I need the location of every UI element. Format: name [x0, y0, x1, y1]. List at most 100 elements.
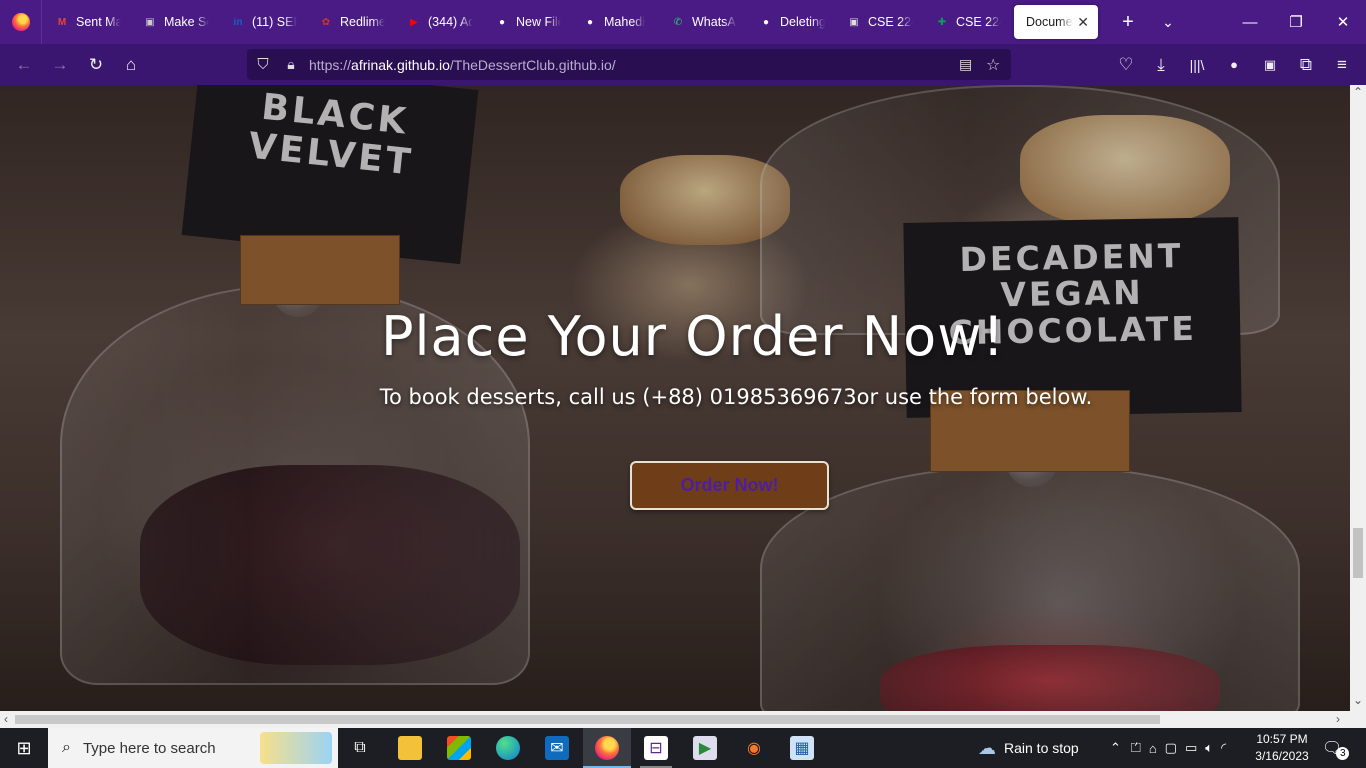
vertical-scrollbar[interactable]: ⌃ ⌄ [1350, 85, 1366, 711]
horizontal-scrollbar[interactable]: ‹ › [0, 711, 1350, 728]
tab-12[interactable]: Document ✕ [1014, 5, 1098, 39]
notification-count: 3 [1336, 746, 1350, 760]
horizontal-scroll-thumb[interactable] [15, 715, 1160, 724]
extension-icon[interactable]: ● [1218, 44, 1250, 85]
language-icon[interactable]: ⏍ [1131, 740, 1141, 756]
scroll-right-arrow-icon[interactable]: › [1336, 712, 1340, 726]
meet-now-icon[interactable]: ▢ [1165, 740, 1177, 756]
volume-icon[interactable]: 🔈︎ [1205, 740, 1213, 756]
page-viewport: BLACK VELVET DECADENT VEGAN CHOCOLATE Pl… [0, 85, 1350, 711]
tab-bar: M Sent Mail ▣ Make Ser in (11) SEBI ✿ Redlime ▶ (… [0, 0, 1366, 44]
linkedin-icon: in [233, 16, 243, 28]
lock-icon[interactable]: 🔒︎ [279, 56, 303, 73]
reload-icon[interactable]: ↻ [80, 44, 112, 85]
tab-5[interactable]: ▶ (344) Ad [394, 0, 482, 44]
back-icon[interactable]: ← [8, 44, 40, 85]
pocket-icon[interactable]: ♡ [1110, 44, 1142, 85]
scroll-left-arrow-icon[interactable]: ‹ [4, 712, 8, 726]
vertical-scroll-thumb[interactable] [1353, 528, 1363, 578]
tab-label: Deleting [780, 15, 825, 29]
home-icon[interactable]: ⌂ [115, 44, 147, 85]
tab-4[interactable]: ✿ Redlime [306, 0, 394, 44]
tab-10[interactable]: ▣ CSE 224 [834, 0, 922, 44]
weather-cloud-icon: ☁ [978, 737, 996, 758]
reader-view-icon[interactable]: ▤ [959, 56, 972, 73]
youtube-icon: ▶ [410, 16, 418, 28]
firefox-taskbar-icon[interactable] [595, 736, 619, 760]
bookmark-star-icon[interactable]: ☆ [986, 55, 1000, 75]
tab-label: CSE 224 [956, 15, 1001, 29]
url-text[interactable]: https://afrinak.github.io/TheDessertClub… [309, 57, 616, 73]
tab-label: (344) Ad [428, 15, 473, 29]
tab-7[interactable]: ● Mahedi [570, 0, 658, 44]
minimize-button[interactable]: — [1227, 0, 1273, 44]
scroll-up-arrow-icon[interactable]: ⌃ [1353, 85, 1363, 99]
new-tab-button[interactable]: + [1114, 0, 1142, 44]
weather-widget[interactable]: ☁ Rain to stop [978, 728, 1079, 768]
mail-icon[interactable]: ✉ [545, 736, 569, 760]
clock-time: 10:57 PM [1256, 732, 1308, 746]
scroll-down-arrow-icon[interactable]: ⌄ [1353, 693, 1363, 707]
video-editor-icon[interactable]: ▶ [693, 736, 717, 760]
tab-9[interactable]: ● Deleting [746, 0, 834, 44]
remote-desktop-icon[interactable]: ▦ [790, 736, 814, 760]
app-icon: ▣ [145, 16, 155, 28]
firefox-menu[interactable] [0, 0, 42, 44]
windows-taskbar: ⊞ ⌕ Type here to search ⧉ ✉ ⊟ ▶ ◉ ▦ ☁ Ra… [0, 728, 1366, 768]
tab-label: Document [1026, 15, 1073, 29]
github-icon: ● [498, 16, 506, 28]
hero-section: Place Your Order Now! To book desserts, … [0, 85, 1350, 711]
whatsapp-icon: ✆ [673, 16, 683, 28]
system-tray: ⌃ ⏍ ⌂ ▢ ▭ 🔈︎ ◜ [1110, 728, 1226, 768]
github-icon: ● [586, 16, 594, 28]
notification-center[interactable]: 🗨︎ 3 [1322, 728, 1350, 768]
url-bar[interactable]: ⛉ 🔒︎ https://afrinak.github.io/TheDesser… [247, 49, 1011, 80]
taskbar-search-box[interactable]: ⌕ Type here to search [48, 728, 338, 768]
tab-strip: M Sent Mail ▣ Make Ser in (11) SEBI ✿ Redlime ▶ (… [42, 0, 1098, 44]
tab-8[interactable]: ✆ WhatsAp [658, 0, 746, 44]
weather-text: Rain to stop [1004, 740, 1079, 756]
project-app-icon[interactable]: ⊟ [644, 736, 668, 760]
list-all-tabs-button[interactable]: ⌄ [1154, 0, 1182, 44]
extensions-icon[interactable]: ⧉ [1290, 44, 1322, 85]
tab-label: (11) SEBI [252, 15, 297, 29]
reader-extension-icon[interactable]: ▣ [1254, 44, 1286, 85]
edge-icon[interactable] [496, 736, 520, 760]
windows-start-icon[interactable]: ⊞ [12, 736, 36, 760]
search-icon: ⌕ [62, 739, 71, 756]
search-placeholder: Type here to search [82, 739, 216, 757]
microsoft-store-icon[interactable] [447, 736, 471, 760]
camera-icon[interactable]: ⌂ [1149, 741, 1157, 756]
library-icon[interactable]: |||\ [1181, 44, 1213, 85]
tab-label: WhatsAp [692, 15, 737, 29]
classroom-icon: ▣ [849, 16, 859, 28]
tab-3[interactable]: in (11) SEBI [218, 0, 306, 44]
blender-icon[interactable]: ◉ [742, 736, 766, 760]
order-now-button[interactable]: Order Now! [630, 461, 829, 510]
forward-icon[interactable]: → [44, 44, 76, 85]
tab-label: New File [516, 15, 561, 29]
tab-2[interactable]: ▣ Make Ser [130, 0, 218, 44]
shield-icon[interactable]: ⛉ [247, 56, 279, 73]
scrollbar-corner [1350, 711, 1366, 728]
maximize-button[interactable]: ❐ [1273, 0, 1319, 44]
hamburger-menu-icon[interactable]: ≡ [1326, 44, 1358, 85]
hero-title: Place Your Order Now! [380, 305, 1006, 368]
hero-subtitle: To book desserts, call us (+88) 01985369… [379, 385, 1093, 409]
tab-11[interactable]: ✚ CSE 224 [922, 0, 1010, 44]
tab-6[interactable]: ● New File [482, 0, 570, 44]
downloads-icon[interactable]: ⤓ [1145, 44, 1177, 85]
show-hidden-icons-icon[interactable]: ⌃ [1110, 740, 1121, 756]
file-explorer-icon[interactable] [398, 736, 422, 760]
close-window-button[interactable]: ✕ [1320, 0, 1366, 44]
gmail-icon: M [57, 16, 67, 28]
tab-label: Make Ser [164, 15, 209, 29]
tab-1[interactable]: M Sent Mail [42, 0, 130, 44]
task-view-icon[interactable]: ⧉ [348, 736, 372, 760]
battery-icon[interactable]: ▭ [1185, 740, 1197, 756]
wifi-icon[interactable]: ◜ [1221, 740, 1226, 756]
close-tab-icon[interactable]: ✕ [1077, 14, 1089, 31]
url-host: afrinak.github.io [351, 56, 450, 73]
clock-date: 3/16/2023 [1255, 749, 1309, 763]
taskbar-clock[interactable]: 10:57 PM 3/16/2023 [1246, 731, 1318, 765]
